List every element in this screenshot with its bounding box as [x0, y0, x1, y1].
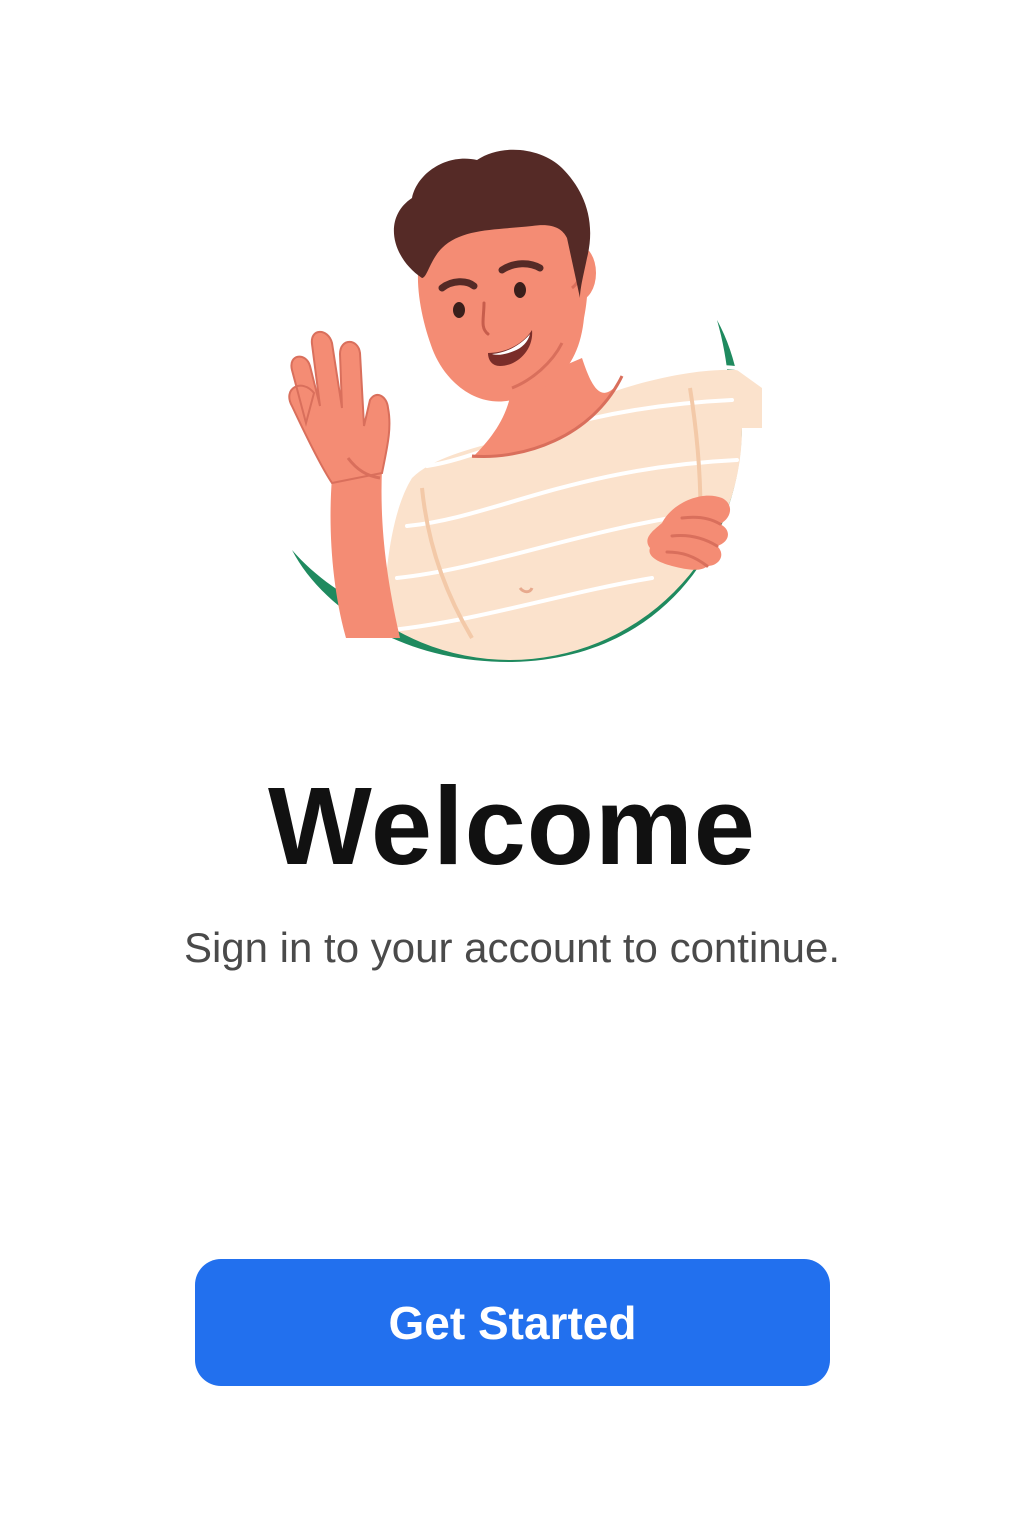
page-title: Welcome	[268, 765, 756, 888]
waving-hand	[288, 330, 400, 638]
welcome-screen: Welcome Sign in to your account to conti…	[0, 0, 1024, 1536]
waving-person-illustration	[262, 138, 762, 678]
palm-shape	[288, 330, 391, 485]
left-eye	[453, 302, 465, 318]
page-subtitle: Sign in to your account to continue.	[183, 924, 841, 971]
right-eye	[514, 282, 526, 298]
illustration-svg	[288, 149, 762, 663]
head	[393, 149, 596, 402]
get-started-button[interactable]: Get Started	[195, 1259, 830, 1386]
